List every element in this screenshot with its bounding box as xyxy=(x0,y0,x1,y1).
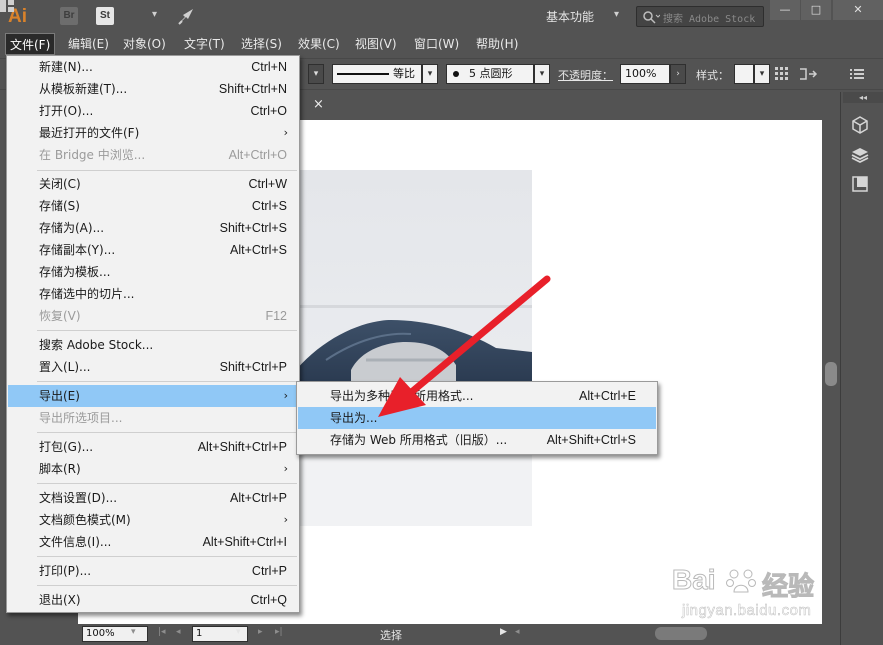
menu-divider xyxy=(37,170,297,171)
stock-search-input[interactable]: 搜索 Adobe Stock xyxy=(636,6,764,27)
watermark-url: jingyan.baidu.com xyxy=(682,602,812,620)
watermark-brand: Bai xyxy=(672,564,717,596)
opacity-input[interactable]: 100% xyxy=(620,64,670,84)
menu-divider xyxy=(37,432,297,433)
menu-view[interactable]: 视图(V) xyxy=(351,33,401,55)
menu-divider xyxy=(37,381,297,382)
paw-icon xyxy=(726,569,756,593)
menu-type[interactable]: 文字(T) xyxy=(180,33,229,55)
chevron-down-icon[interactable]: ▾ xyxy=(422,64,438,84)
chevron-right-icon: › xyxy=(283,513,288,526)
menu-select[interactable]: 选择(S) xyxy=(237,33,286,55)
rocket-icon[interactable] xyxy=(176,6,198,26)
last-artboard-icon[interactable]: ▸| xyxy=(275,627,283,637)
menu-bar: 文件(F) 编辑(E) 对象(O) 文字(T) 选择(S) 效果(C) 视图(V… xyxy=(0,33,883,55)
stroke-profile-label: 等比 xyxy=(393,67,415,80)
menu-item-search-adobe-stock[interactable]: 搜索 Adobe Stock... xyxy=(8,334,298,356)
brush-select[interactable]: 5 点圆形 xyxy=(446,64,534,84)
brush-label: 5 点圆形 xyxy=(469,67,513,80)
search-icon xyxy=(643,11,660,24)
menu-help[interactable]: 帮助(H) xyxy=(472,33,522,55)
stroke-profile-select[interactable]: 等比 xyxy=(332,64,422,84)
workspace-switcher[interactable]: 基本功能 xyxy=(546,8,594,25)
menu-item-document-setup[interactable]: 文档设置(D)... Alt+Ctrl+P xyxy=(8,487,298,509)
menu-item-exit[interactable]: 退出(X) Ctrl+Q xyxy=(8,589,298,611)
close-window-button[interactable]: ✕ xyxy=(833,0,883,20)
first-artboard-icon[interactable]: |◂ xyxy=(158,627,166,637)
menu-object[interactable]: 对象(O) xyxy=(119,33,170,55)
style-label: 样式： xyxy=(696,69,729,82)
panel-collapse-icon[interactable]: ◂◂ xyxy=(843,92,883,103)
layers-icon[interactable] xyxy=(851,146,869,164)
menu-item-open-recent[interactable]: 最近打开的文件(F) › xyxy=(8,122,298,144)
menu-item-close[interactable]: 关闭(C) Ctrl+W xyxy=(8,173,298,195)
menu-item-save-as[interactable]: 存储为(A)... Shift+Ctrl+S xyxy=(8,217,298,239)
opacity-label[interactable]: 不透明度： xyxy=(558,67,613,83)
stock-icon[interactable]: St xyxy=(96,7,114,25)
search-placeholder: 搜索 Adobe Stock xyxy=(663,14,756,25)
menu-effect[interactable]: 效果(C) xyxy=(294,33,344,55)
chevron-down-icon[interactable]: ▾ xyxy=(131,627,136,637)
chevron-right-icon[interactable]: › xyxy=(670,64,686,84)
menu-item-revert: 恢复(V) F12 xyxy=(39,309,287,323)
previous-artboard-icon[interactable]: ◂ xyxy=(176,627,181,637)
menu-divider xyxy=(37,330,297,331)
chevron-down-icon[interactable]: ▾ xyxy=(152,9,157,20)
panel-menu-icon[interactable] xyxy=(850,67,864,81)
current-tool-status[interactable]: 选择 xyxy=(380,627,402,643)
menu-item-new[interactable]: 新建(N)... Ctrl+N xyxy=(8,56,298,78)
brush-dot-icon xyxy=(453,71,459,77)
menu-item-file-info[interactable]: 文件信息(I)... Alt+Shift+Ctrl+I xyxy=(8,531,298,553)
stroke-line-icon xyxy=(337,73,389,75)
menu-item-save-a-copy[interactable]: 存储副本(Y)... Alt+Ctrl+S xyxy=(8,239,298,261)
file-menu-dropdown: 新建(N)... Ctrl+N 从模板新建(T)... Shift+Ctrl+N 打… xyxy=(6,55,300,613)
watermark-brand-2: 经验 xyxy=(761,572,815,603)
menu-item-scripts[interactable]: 脚本(R) › xyxy=(8,458,298,480)
status-menu-arrow-icon[interactable]: ▶ xyxy=(500,627,507,637)
artboards-icon[interactable] xyxy=(851,175,869,193)
menu-item-save-as-template[interactable]: 存储为模板... xyxy=(8,261,298,283)
next-artboard-icon[interactable]: ▸ xyxy=(258,627,263,637)
chevron-down-icon[interactable]: ▾ xyxy=(236,627,241,637)
minimize-button[interactable]: — xyxy=(770,0,800,20)
menu-divider xyxy=(37,483,297,484)
menu-item-save[interactable]: 存储(S) Ctrl+S xyxy=(8,195,298,217)
chevron-down-icon[interactable]: ▾ xyxy=(308,64,324,84)
scroll-left-icon[interactable]: ◂ xyxy=(515,627,520,637)
menu-item-document-color-mode[interactable]: 文档颜色模式(M) › xyxy=(8,509,298,531)
transform-icon[interactable] xyxy=(798,66,818,82)
menu-file[interactable]: 文件(F) xyxy=(5,33,56,55)
menu-item-package[interactable]: 打包(G)... Alt+Shift+Ctrl+P xyxy=(8,436,298,458)
menu-item-export-selection: 导出所选项目... xyxy=(39,411,123,425)
baidu-watermark: Bai 经验 jingyan.baidu.com xyxy=(670,560,840,630)
menu-item-browse-in-bridge: 在 Bridge 中浏览... Alt+Ctrl+O xyxy=(39,148,287,162)
chevron-right-icon: › xyxy=(283,462,288,475)
chevron-down-icon[interactable]: ▾ xyxy=(754,64,770,84)
menu-item-print[interactable]: 打印(P)... Ctrl+P xyxy=(8,560,298,582)
annotation-arrow-icon xyxy=(378,275,551,417)
zoom-select[interactable]: 100% xyxy=(82,626,148,642)
libraries-icon[interactable] xyxy=(851,116,869,134)
chevron-right-icon: › xyxy=(283,389,288,402)
menu-divider xyxy=(37,556,297,557)
menu-item-place[interactable]: 置入(L)... Shift+Ctrl+P xyxy=(8,356,298,378)
menu-item-new-from-template[interactable]: 从模板新建(T)... Shift+Ctrl+N xyxy=(8,78,298,100)
menu-edit[interactable]: 编辑(E) xyxy=(64,33,113,55)
title-bar: Ai Br St ▾ 基本功能 ▾ 搜索 Adobe Stock — □ ✕ xyxy=(0,0,883,33)
chevron-down-icon[interactable]: ▾ xyxy=(614,9,619,20)
menu-item-open[interactable]: 打开(O)... Ctrl+O xyxy=(8,100,298,122)
chevron-right-icon: › xyxy=(283,126,288,139)
menu-item-export[interactable]: 导出(E) › xyxy=(8,385,298,407)
graphic-style-swatch[interactable] xyxy=(734,64,754,84)
close-tab-icon[interactable]: × xyxy=(313,97,324,112)
menu-window[interactable]: 窗口(W) xyxy=(410,33,463,55)
bridge-icon[interactable]: Br xyxy=(60,7,78,25)
maximize-button[interactable]: □ xyxy=(801,0,831,20)
vertical-scroll-thumb[interactable] xyxy=(825,362,837,386)
menu-item-save-for-web-legacy[interactable]: 存储为 Web 所用格式（旧版）... Alt+Shift+Ctrl+S xyxy=(298,429,656,451)
menu-divider xyxy=(37,585,297,586)
menu-item-save-selected-slices[interactable]: 存储选中的切片... xyxy=(8,283,298,305)
chevron-down-icon[interactable]: ▾ xyxy=(534,64,550,84)
align-icon[interactable] xyxy=(774,66,788,82)
